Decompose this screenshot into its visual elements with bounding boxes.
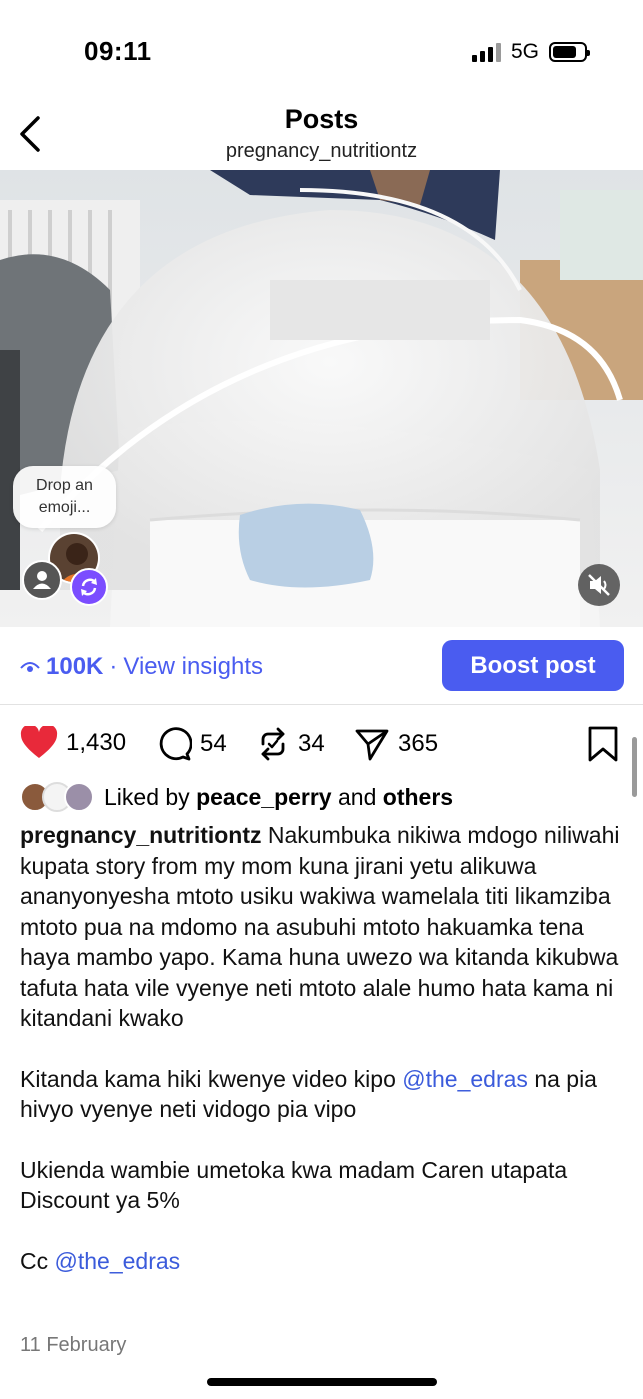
caption-paragraph-3: Ukienda wambie umetoka kwa madam Caren u… — [20, 1156, 568, 1214]
page-title: Posts — [284, 104, 359, 134]
status-bar: 09:11 5G — [0, 0, 643, 100]
status-time: 09:11 — [84, 36, 152, 66]
repost-count: 34 — [298, 730, 325, 757]
caption-text-2a: Kitanda kama hiki kwenye video kipo — [20, 1065, 396, 1092]
remix-icon — [81, 578, 97, 596]
mention-link[interactable]: @the_edras — [402, 1066, 528, 1092]
separator-dot: · — [109, 653, 118, 680]
signal-icon — [471, 42, 501, 62]
post-caption: pregnancy_nutritiontz Nakumbuka nikiwa m… — [20, 820, 625, 1306]
emoji-prompt-bubble[interactable]: Drop an emoji... — [13, 466, 116, 528]
like-count: 1,430 — [66, 729, 127, 756]
comment-icon[interactable] — [156, 726, 192, 762]
battery-icon — [549, 42, 590, 62]
mute-button[interactable] — [578, 564, 620, 606]
send-icon[interactable] — [354, 726, 390, 762]
liker-avatars — [20, 782, 94, 812]
network-type: 5G — [510, 40, 539, 63]
post-date: 11 February — [20, 1334, 127, 1356]
emoji-prompt-line2: emoji... — [38, 499, 91, 516]
status-indicators: 5G — [471, 40, 590, 64]
caption-paragraph-2: Kitanda kama hiki kwenye video kipo @the… — [20, 1064, 625, 1125]
home-indicator[interactable] — [207, 1378, 437, 1386]
repost-action[interactable]: 34 — [256, 726, 325, 762]
bookmark-icon[interactable] — [587, 726, 619, 762]
caption-text-1: Nakumbuka nikiwa mdogo niliwahi kupata s… — [20, 822, 620, 1031]
view-insights-link[interactable]: View insights — [123, 653, 263, 681]
share-count: 365 — [398, 730, 439, 757]
post-actions: 1,430 54 34 365 — [0, 720, 643, 768]
caption-paragraph-4: Cc @the_edras — [20, 1246, 625, 1277]
repost-icon[interactable] — [256, 726, 290, 762]
like-action[interactable]: 1,430 — [20, 726, 126, 760]
page-subtitle-username[interactable]: pregnancy_nutritiontz — [0, 140, 643, 163]
liker-avatar — [64, 782, 94, 812]
post-video[interactable]: Drop an emoji... — [0, 170, 643, 627]
nav-header: Posts pregnancy_nutritiontz — [0, 100, 643, 170]
liked-by-prefix: Liked by — [104, 783, 190, 810]
eye-icon — [20, 662, 40, 672]
speaker-muted-icon — [588, 574, 610, 596]
comment-action[interactable]: 54 — [156, 726, 227, 762]
scrollbar[interactable] — [632, 737, 637, 797]
remix-badge[interactable] — [70, 568, 108, 606]
liked-by-others[interactable]: others — [383, 784, 453, 811]
liked-by-row[interactable]: Liked by peace_perry and others — [20, 782, 453, 812]
person-icon — [33, 571, 51, 589]
caption-paragraph-1: pregnancy_nutritiontz Nakumbuka nikiwa m… — [20, 820, 625, 1034]
emoji-prompt-line1: Drop an — [36, 477, 93, 494]
mention-link[interactable]: @the_edras — [55, 1248, 181, 1274]
view-count: 100K — [46, 653, 104, 680]
boost-post-button[interactable]: Boost post — [442, 640, 624, 691]
liked-by-and: and — [338, 783, 377, 810]
heart-icon[interactable] — [20, 726, 58, 760]
comment-count: 54 — [200, 730, 227, 757]
share-action[interactable]: 365 — [354, 726, 438, 762]
views-insights[interactable]: 100K · View insights — [20, 653, 263, 681]
caption-cc: Cc — [20, 1247, 49, 1274]
insights-bar: 100K · View insights Boost post — [0, 627, 643, 705]
viewer-avatar[interactable] — [22, 560, 62, 600]
liked-by-user[interactable]: peace_perry — [196, 784, 332, 811]
caption-username[interactable]: pregnancy_nutritiontz — [20, 822, 262, 848]
